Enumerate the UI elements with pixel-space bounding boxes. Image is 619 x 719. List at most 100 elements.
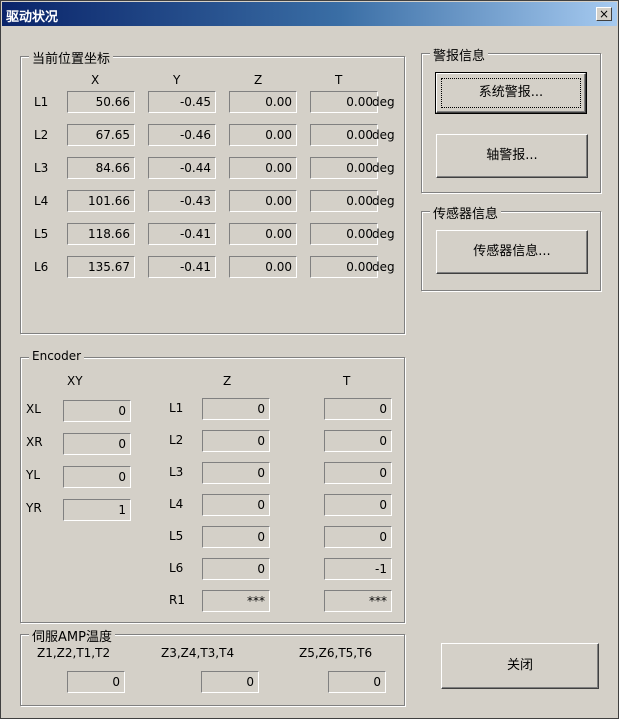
encoder-xy-value: 0 [63,466,131,488]
position-row-label: L3 [34,161,49,175]
window-title: 驱动状况 [6,10,59,25]
encoder-zt-label: L6 [169,561,184,575]
position-group-title: 当前位置坐标 [29,48,114,67]
sensor-group-title: 传感器信息 [430,203,502,222]
encoder-t-value: 0 [324,494,392,516]
axis-alarm-button[interactable]: 轴警报... [436,134,588,178]
encoder-t-value: -1 [324,558,392,580]
encoder-t-value: 0 [324,462,392,484]
axis-alarm-label: 轴警报... [486,148,538,163]
encoder-xy-value: 0 [63,400,131,422]
encoder-group-title: Encoder [29,349,85,363]
encoder-xy-label: XR [26,435,43,449]
position-x-value: 101.66 [67,190,135,212]
position-t-value: 0.00 [310,124,378,146]
position-z-value: 0.00 [229,157,297,179]
amp-col3-label: Z5,Z6,T5,T6 [299,646,373,660]
encoder-xy-label: YR [26,501,42,515]
position-z-value: 0.00 [229,124,297,146]
position-x-value: 118.66 [67,223,135,245]
encoder-t-value: 0 [324,430,392,452]
alarm-group: 警报信息 系统警报... 轴警报... [421,45,601,193]
position-unit-label: deg [372,227,395,241]
system-alarm-button[interactable]: 系统警报... [435,72,587,114]
encoder-zt-label: L2 [169,433,184,447]
position-row-label: L1 [34,95,49,109]
column-x-header: X [91,73,100,87]
position-unit-label: deg [372,128,395,142]
encoder-t-value: *** [324,590,392,612]
position-x-value: 84.66 [67,157,135,179]
position-z-value: 0.00 [229,223,297,245]
encoder-zt-label: R1 [169,593,185,607]
position-x-value: 50.66 [67,91,135,113]
column-z-header: Z [254,73,263,87]
encoder-z-value: 0 [202,462,270,484]
amp-col1-value: 0 [67,671,125,693]
column-t-header: T [335,73,343,87]
encoder-z-value: 0 [202,494,270,516]
encoder-t-value: 0 [324,398,392,420]
position-z-value: 0.00 [229,190,297,212]
title-bar: 驱动状况 × [2,2,617,26]
encoder-xy-value: 0 [63,433,131,455]
position-z-value: 0.00 [229,91,297,113]
position-x-value: 67.65 [67,124,135,146]
encoder-z-value: 0 [202,398,270,420]
encoder-xy-label: XL [26,402,41,416]
amp-col2-value: 0 [201,671,259,693]
position-unit-label: deg [372,194,395,208]
position-y-value: -0.45 [148,91,216,113]
encoder-z-header: Z [223,374,232,388]
position-group: 当前位置坐标 X Y Z T L1 50.66 -0.45 0.00 0.00 deg L2… [20,48,405,334]
encoder-z-value: 0 [202,430,270,452]
encoder-z-value: 0 [202,558,270,580]
position-z-value: 0.00 [229,256,297,278]
position-t-value: 0.00 [310,256,378,278]
amp-temperature-group: 伺服AMP温度 Z1,Z2,T1,T2 Z3,Z4,T3,T4 Z5,Z6,T5… [20,626,405,706]
position-y-value: -0.41 [148,223,216,245]
encoder-zt-label: L4 [169,497,184,511]
position-row-label: L4 [34,194,49,208]
encoder-xy-header: XY [67,374,83,388]
encoder-zt-label: L1 [169,401,184,415]
encoder-zt-label: L5 [169,529,184,543]
encoder-t-value: 0 [324,526,392,548]
position-unit-label: deg [372,260,395,274]
amp-col1-label: Z1,Z2,T1,T2 [37,646,111,660]
encoder-t-header: T [343,374,351,388]
position-t-value: 0.00 [310,223,378,245]
encoder-group: Encoder XY Z T XL 0 XR 0 YL 0 YR 1 L1 0 0 L2 0 0 L3 0 0… [20,349,405,623]
close-button-label: 关闭 [506,658,533,673]
position-y-value: -0.44 [148,157,216,179]
position-unit-label: deg [372,95,395,109]
position-row-label: L5 [34,227,49,241]
close-icon[interactable]: × [596,7,612,21]
position-y-value: -0.46 [148,124,216,146]
position-x-value: 135.67 [67,256,135,278]
encoder-xy-label: YL [26,468,41,482]
drive-status-dialog: 驱动状况 × 当前位置坐标 X Y Z T L1 50.66 -0.45 0.00 0.… [0,0,619,719]
encoder-xy-value: 1 [63,499,131,521]
position-t-value: 0.00 [310,157,378,179]
encoder-z-value: *** [202,590,270,612]
column-y-header: Y [173,73,181,87]
position-y-value: -0.43 [148,190,216,212]
position-t-value: 0.00 [310,190,378,212]
position-unit-label: deg [372,161,395,175]
amp-col3-value: 0 [328,671,386,693]
amp-group-title: 伺服AMP温度 [29,626,115,645]
amp-col2-label: Z3,Z4,T3,T4 [161,646,235,660]
sensor-info-button[interactable]: 传感器信息... [436,230,588,274]
sensor-info-label: 传感器信息... [473,244,551,259]
position-t-value: 0.00 [310,91,378,113]
encoder-z-value: 0 [202,526,270,548]
sensor-group: 传感器信息 传感器信息... [421,203,601,291]
close-button[interactable]: 关闭 [441,643,599,689]
position-row-label: L2 [34,128,49,142]
position-y-value: -0.41 [148,256,216,278]
position-row-label: L6 [34,260,49,274]
encoder-zt-label: L3 [169,465,184,479]
system-alarm-label: 系统警报... [478,85,544,100]
alarm-group-title: 警报信息 [430,45,489,64]
